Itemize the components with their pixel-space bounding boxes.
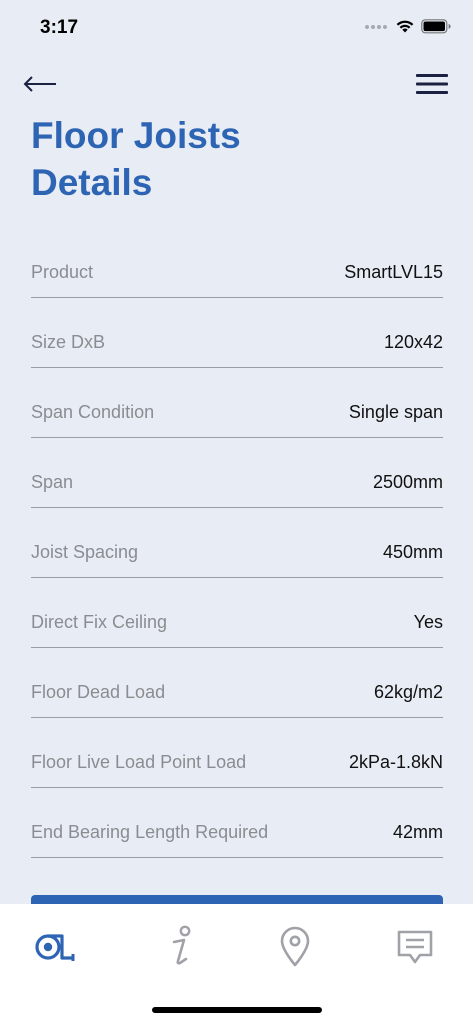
info-icon	[172, 925, 191, 965]
detail-value: 450mm	[382, 542, 443, 562]
back-arrow-icon	[23, 76, 56, 92]
signal-icon	[365, 24, 387, 29]
detail-row-floor-dead-load: Floor Dead Load 62kg/m2	[31, 648, 443, 718]
battery-icon	[421, 19, 451, 34]
navigation-bar	[0, 62, 473, 106]
detail-row-size: Size DxB 120x42	[31, 298, 443, 368]
tab-messages[interactable]	[390, 922, 440, 972]
status-bar: 3:17	[0, 0, 473, 58]
wifi-icon	[396, 20, 414, 33]
detail-label: Size DxB	[31, 332, 106, 352]
page-title: Floor Joists Details	[31, 112, 451, 206]
detail-label: Span	[31, 472, 74, 492]
detail-value: 120x42	[383, 332, 443, 352]
detail-row-end-bearing: End Bearing Length Required 42mm	[31, 788, 443, 858]
detail-label: End Bearing Length Required	[31, 822, 269, 842]
back-button[interactable]	[22, 70, 62, 98]
detail-label: Span Condition	[31, 402, 155, 422]
detail-value: 2500mm	[372, 472, 443, 492]
status-time: 3:17	[40, 17, 79, 38]
detail-value: Single span	[348, 402, 443, 422]
detail-value: 2kPa-1.8kN	[348, 752, 443, 772]
detail-value: SmartLVL15	[344, 262, 443, 282]
detail-value: Yes	[413, 612, 443, 632]
details-list: Product SmartLVL15 Size DxB 120x42 Span …	[31, 228, 443, 858]
detail-label: Direct Fix Ceiling	[31, 612, 168, 632]
detail-row-product: Product SmartLVL15	[31, 228, 443, 298]
tab-measure[interactable]	[30, 922, 80, 972]
menu-button[interactable]	[415, 70, 449, 98]
tape-measure-icon	[35, 934, 75, 961]
home-indicator	[152, 1007, 322, 1013]
tab-bar	[0, 904, 473, 1024]
detail-row-span-condition: Span Condition Single span	[31, 368, 443, 438]
detail-row-span: Span 2500mm	[31, 438, 443, 508]
page-title-line-1: Floor Joists	[31, 115, 241, 156]
tab-location[interactable]	[270, 922, 320, 972]
detail-value: 42mm	[392, 822, 443, 842]
detail-label: Floor Dead Load	[31, 682, 166, 702]
detail-value: 62kg/m2	[373, 682, 443, 702]
detail-row-joist-spacing: Joist Spacing 450mm	[31, 508, 443, 578]
location-pin-icon	[280, 926, 310, 967]
detail-label: Floor Live Load Point Load	[31, 752, 247, 772]
detail-label: Product	[31, 262, 94, 282]
status-icons	[365, 19, 451, 34]
tab-info[interactable]	[156, 922, 206, 972]
page-title-line-2: Details	[31, 162, 153, 203]
message-icon	[397, 930, 433, 964]
hamburger-icon	[416, 74, 448, 94]
detail-row-floor-live-load: Floor Live Load Point Load 2kPa-1.8kN	[31, 718, 443, 788]
detail-label: Joist Spacing	[31, 542, 139, 562]
detail-row-direct-fix-ceiling: Direct Fix Ceiling Yes	[31, 578, 443, 648]
